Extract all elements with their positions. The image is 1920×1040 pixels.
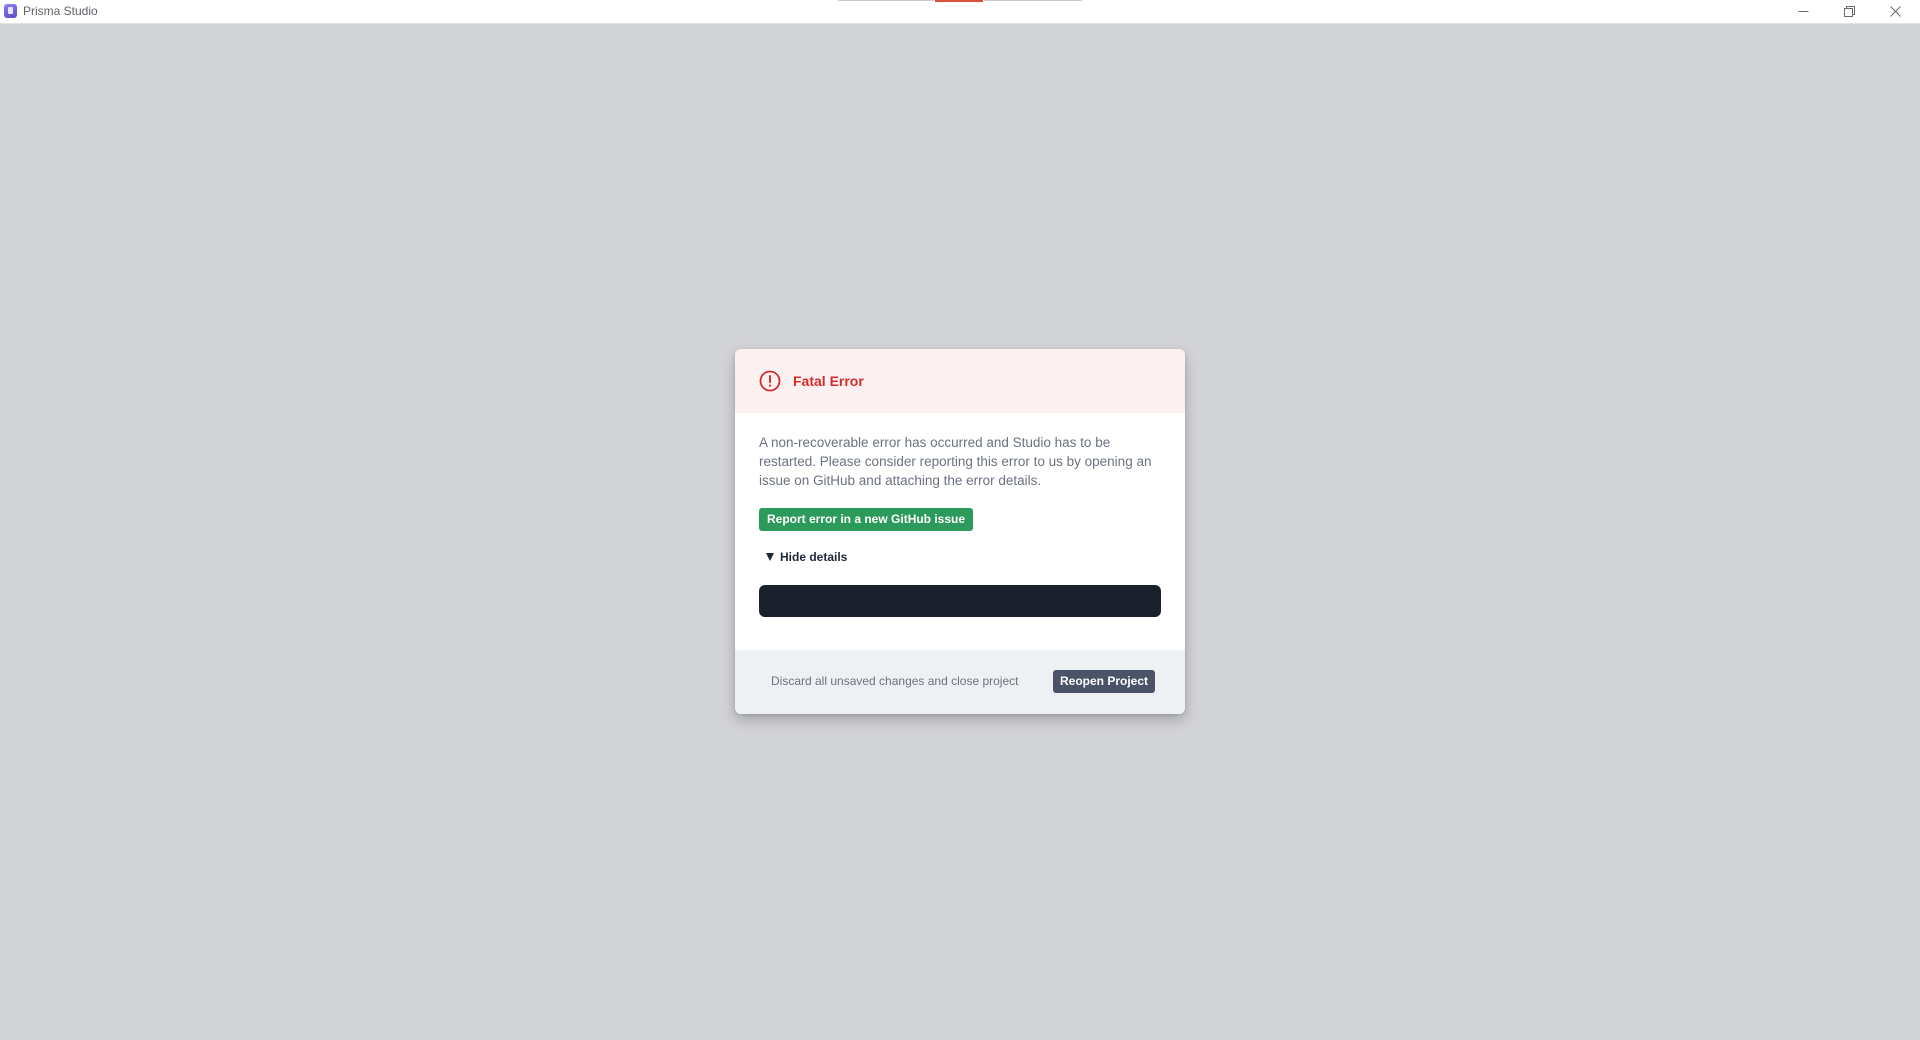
prisma-studio-app-icon — [4, 4, 17, 18]
triangle-down-icon — [766, 553, 774, 561]
tab-indicator-segment — [838, 0, 934, 1]
discard-and-close-link[interactable]: Discard all unsaved changes and close pr… — [771, 673, 1018, 689]
dialog-footer: Discard all unsaved changes and close pr… — [735, 650, 1185, 714]
report-github-issue-button[interactable]: Report error in a new GitHub issue — [759, 508, 974, 531]
hide-details-toggle[interactable]: Hide details — [766, 549, 847, 565]
reopen-project-button[interactable]: Reopen Project — [1053, 670, 1156, 693]
alert-circle-icon — [759, 370, 781, 392]
dialog-header: Fatal Error — [735, 349, 1185, 413]
restore-button[interactable] — [1826, 0, 1872, 22]
error-details-box — [759, 585, 1161, 617]
tab-indicator-active-segment — [935, 0, 983, 2]
restore-icon — [1843, 5, 1855, 17]
error-message: A non-recoverable error has occurred and… — [759, 435, 1152, 488]
tab-indicator-segment — [984, 0, 1082, 1]
loading-tab-indicator — [838, 0, 1082, 2]
window-title: Prisma Studio — [23, 4, 98, 18]
close-window-button[interactable] — [1872, 0, 1918, 22]
close-icon — [1889, 5, 1901, 17]
fatal-error-dialog: Fatal Error A non-recoverable error has … — [735, 349, 1185, 714]
minimize-button[interactable] — [1780, 0, 1826, 22]
minimize-icon — [1798, 10, 1808, 12]
dialog-title: Fatal Error — [793, 373, 864, 389]
details-toggle-label: Hide details — [780, 550, 848, 564]
window-titlebar: Prisma Studio — [0, 0, 1920, 24]
